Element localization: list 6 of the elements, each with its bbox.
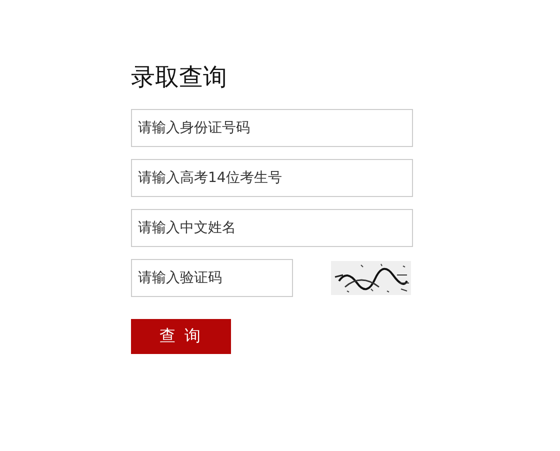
page-title: 录取查询 bbox=[131, 62, 227, 93]
input-field[interactable]: 请输入中文姓名 bbox=[131, 209, 413, 247]
input-field[interactable]: 请输入身份证号码 bbox=[131, 109, 413, 147]
input-field[interactable]: 请输入高考14位考生号 bbox=[131, 159, 413, 197]
captcha-field[interactable]: 请输入验证码 bbox=[131, 259, 293, 297]
search-button[interactable]: 查 询 bbox=[131, 319, 231, 354]
